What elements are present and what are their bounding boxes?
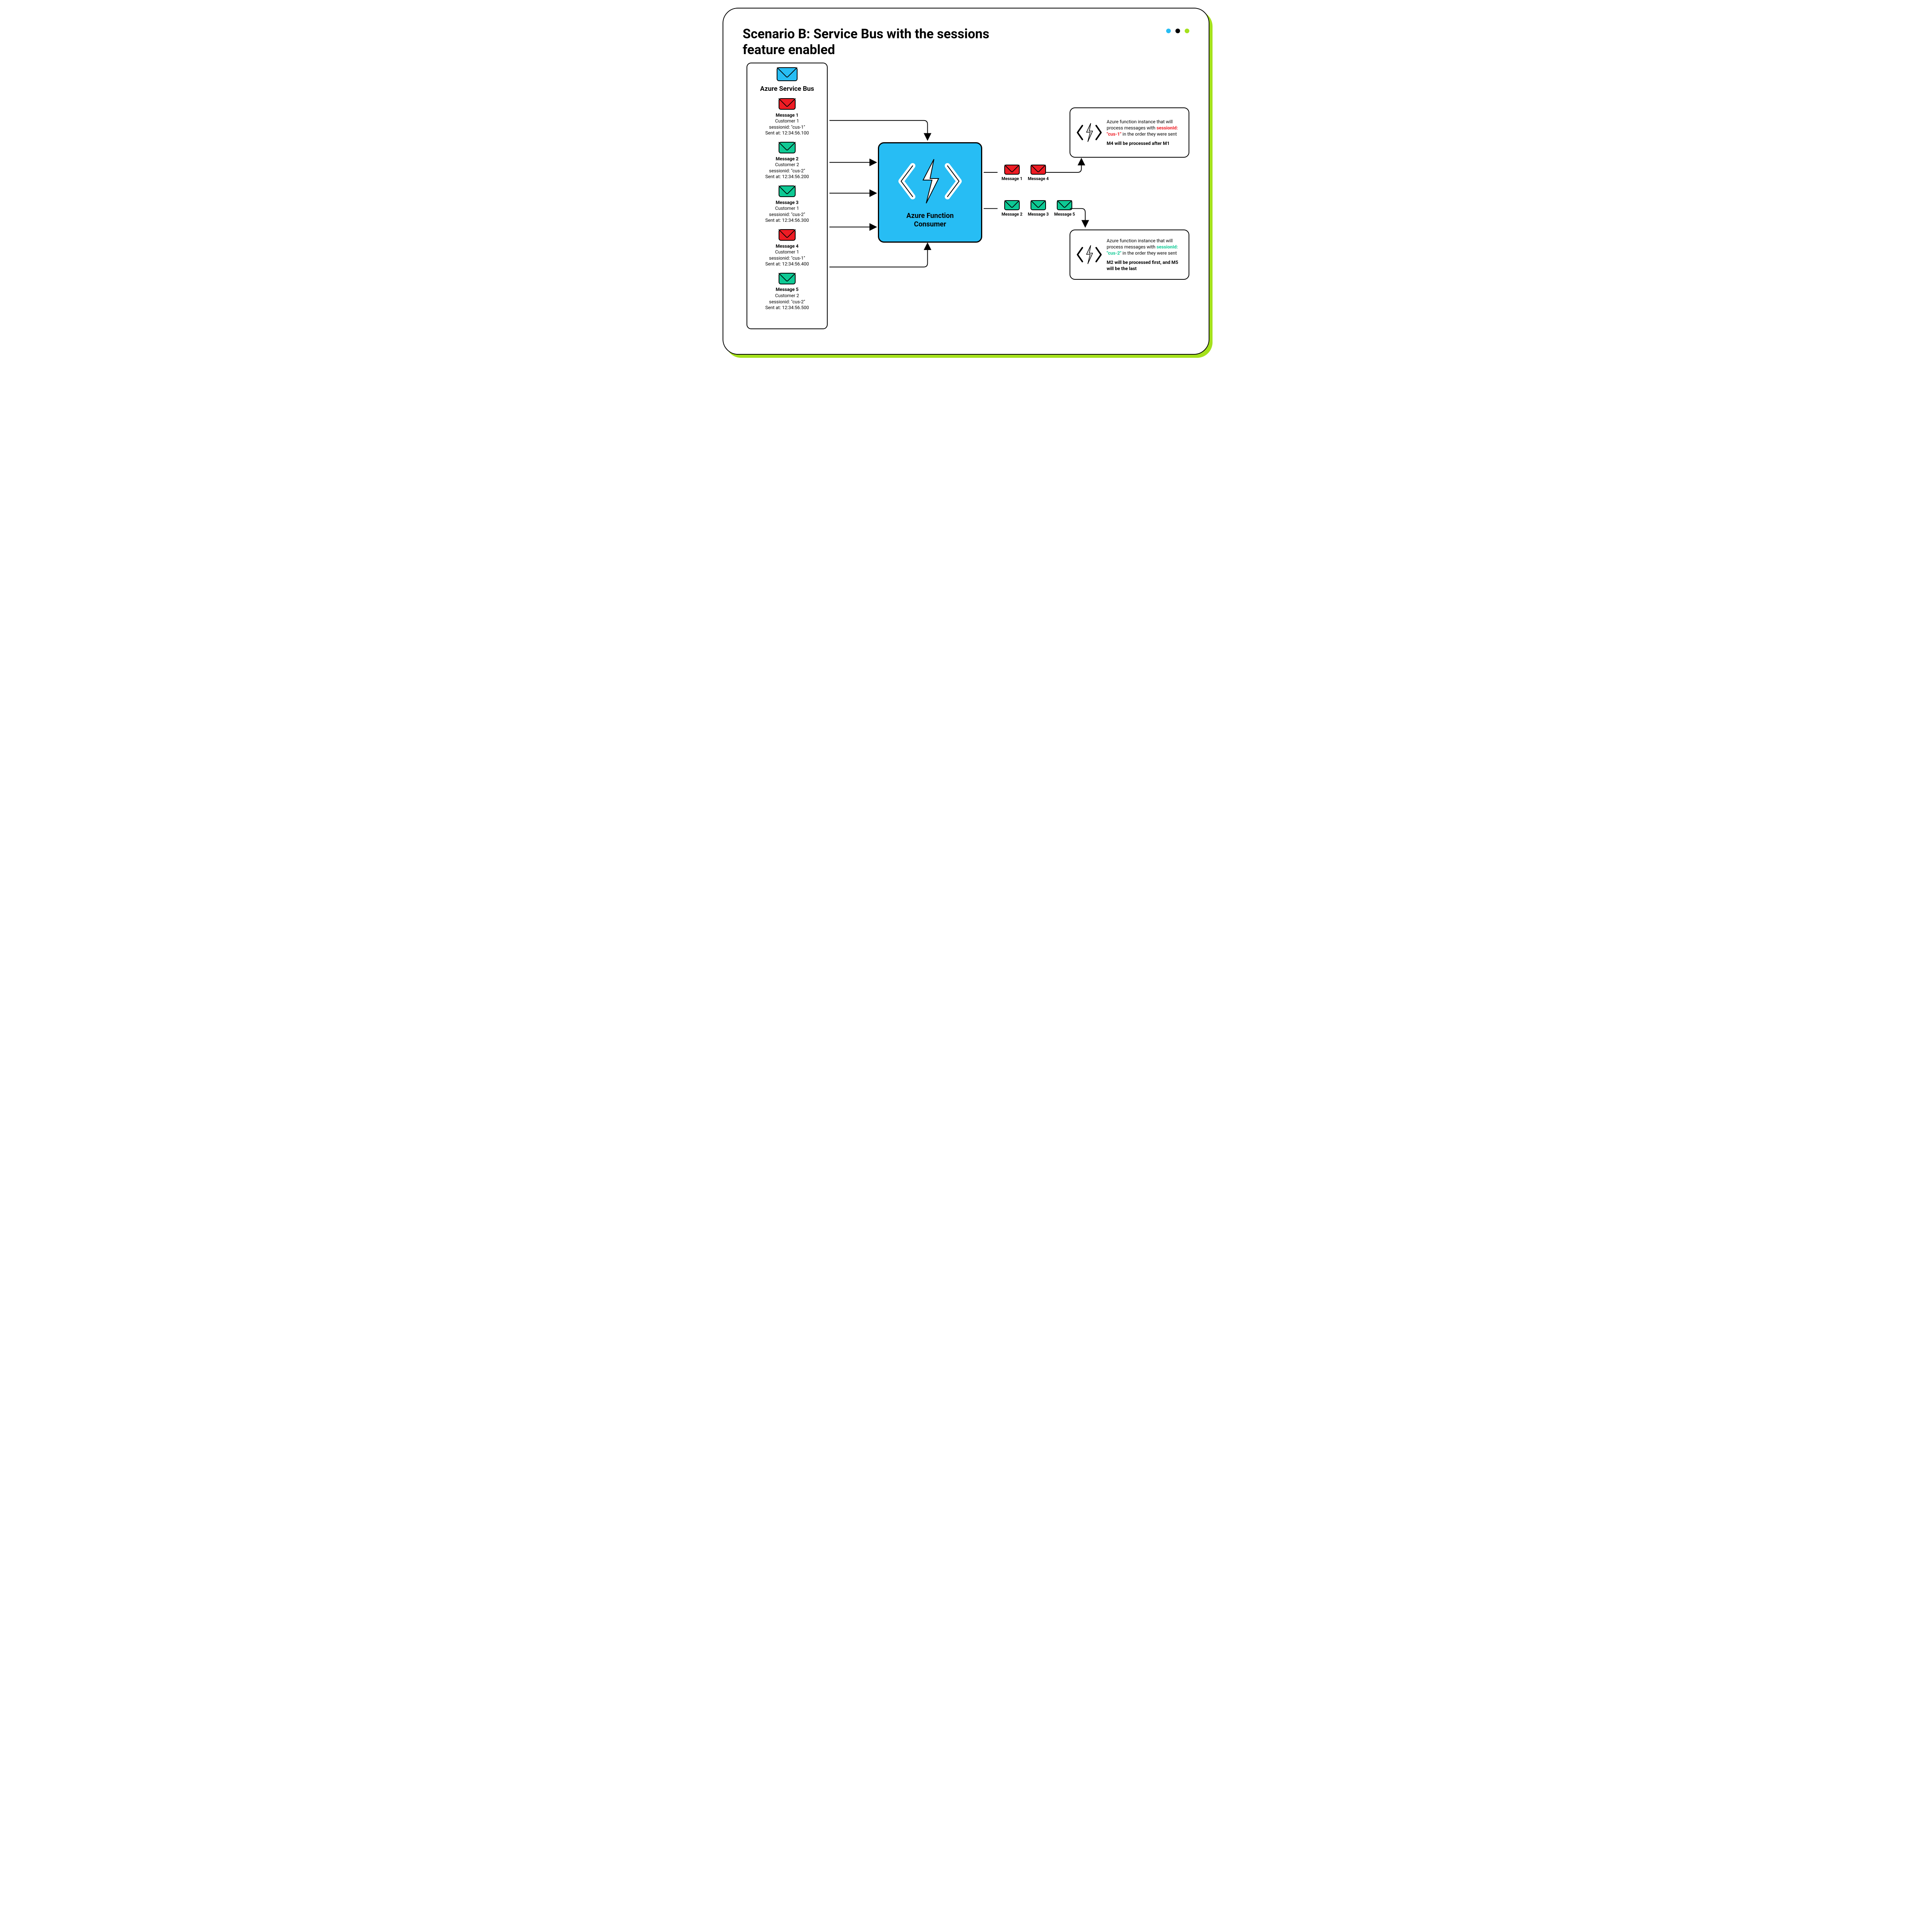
envelope-icon [779,229,796,241]
function-icon [895,156,965,206]
envelope-icon [1004,200,1020,210]
window-dots [1166,29,1189,33]
service-bus-box: Azure Service Bus Message 1 Customer 1 s… [747,63,828,329]
envelope-icon [1031,165,1046,175]
envelope-icon [1057,200,1072,210]
instance-cus1: Azure function instance that will proces… [1070,107,1189,158]
function-icon [1076,122,1103,143]
mini-message-4: Message 4 [1028,165,1049,181]
instance-cus2: Azure function instance that will proces… [1070,230,1189,280]
session-cus2-messages: Message 2 Message 3 Message 5 [1002,200,1075,217]
diagram-frame: Scenario B: Service Bus with the session… [723,8,1209,355]
diagram-canvas: Scenario B: Service Bus with the session… [723,8,1209,355]
mini-message-1: Message 1 [1002,165,1022,181]
diagram-title: Scenario B: Service Bus with the session… [743,26,990,58]
envelope-icon [779,273,796,284]
envelope-icon [779,185,796,197]
dot-black [1175,29,1180,33]
message-1: Message 1 Customer 1 sessionid: "cus-1" … [750,98,825,136]
mini-message-5: Message 5 [1054,200,1075,217]
consumer-label: Azure Function Consumer [906,212,954,229]
dot-blue [1166,29,1171,33]
function-icon [1076,244,1103,265]
message-2: Message 2 Customer 2 sessionid: "cus-2" … [750,142,825,180]
envelope-icon [779,142,796,153]
message-3: Message 3 Customer 1 sessionid: "cus-2" … [750,185,825,224]
mini-message-3: Message 3 [1028,200,1049,217]
instance-cus2-text: Azure function instance that will proces… [1107,238,1183,272]
message-4: Message 4 Customer 1 sessionid: "cus-1" … [750,229,825,267]
instance-cus1-text: Azure function instance that will proces… [1107,119,1183,147]
message-5: Message 5 Customer 2 sessionid: "cus-2" … [750,273,825,311]
mini-message-2: Message 2 [1002,200,1022,217]
envelope-icon [1004,165,1020,175]
envelope-icon [779,98,796,110]
session-cus1-messages: Message 1 Message 4 [1002,165,1049,181]
envelope-icon [777,67,798,81]
envelope-icon [1031,200,1046,210]
azure-function-consumer: Azure Function Consumer [878,142,982,243]
dot-green [1185,29,1189,33]
